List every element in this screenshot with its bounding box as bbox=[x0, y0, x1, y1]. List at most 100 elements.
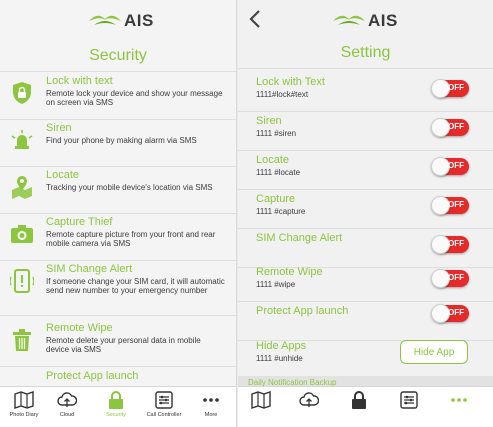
toggle-label: OFF bbox=[448, 239, 464, 248]
bottom-nav bbox=[238, 386, 493, 427]
remote-wipe-toggle[interactable]: OFF bbox=[431, 269, 469, 288]
divider bbox=[238, 189, 493, 190]
nav-cloud[interactable] bbox=[286, 390, 332, 426]
nav-call-controller[interactable] bbox=[386, 390, 432, 426]
divider bbox=[238, 111, 493, 112]
security-screen: AIS Security Lock with text Remote lock … bbox=[0, 0, 236, 427]
feature-lock-with-text[interactable]: Lock with text Remote lock your device a… bbox=[0, 73, 236, 120]
feature-title: Locate bbox=[46, 169, 80, 181]
cloud-icon bbox=[57, 392, 77, 407]
setting-title: SIM Change Alert bbox=[256, 232, 343, 244]
logo-text: AIS bbox=[124, 11, 154, 30]
setting-screen: AIS Setting Lock with Text 1111#lock#tex… bbox=[238, 0, 493, 427]
feature-desc: If someone change your SIM card, it will… bbox=[46, 277, 225, 295]
lock-with-text-toggle[interactable]: OFF bbox=[431, 79, 469, 98]
siren-icon bbox=[11, 130, 33, 149]
locate-toggle[interactable]: OFF bbox=[431, 157, 469, 176]
feature-title: Lock with text bbox=[46, 75, 113, 87]
nav-more[interactable] bbox=[436, 390, 482, 426]
toggle-label: OFF bbox=[448, 308, 464, 317]
feature-remote-wipe[interactable]: Remote Wipe Remote delete your personal … bbox=[0, 320, 236, 367]
feature-desc: Remote delete your personal data in mobi… bbox=[46, 336, 201, 354]
sms-command: 1111 #unhide bbox=[256, 354, 303, 363]
camera-icon bbox=[11, 225, 33, 243]
setting-locate: Locate 1111 #locate OFF bbox=[238, 152, 493, 190]
photo-diary-icon bbox=[14, 391, 34, 409]
setting-title: Lock with Text bbox=[256, 76, 325, 88]
feature-title: SIM Change Alert bbox=[46, 263, 133, 275]
nav-label: Call Controller bbox=[146, 412, 182, 418]
protect-app-launch-toggle[interactable]: OFF bbox=[431, 304, 469, 323]
title-divider bbox=[0, 71, 236, 72]
setting-title: Remote Wipe bbox=[256, 266, 323, 278]
divider bbox=[238, 228, 493, 229]
feature-sim-change-alert[interactable]: SIM Change Alert If someone change your … bbox=[0, 261, 236, 316]
setting-siren: Siren 1111 #siren OFF bbox=[238, 113, 493, 151]
sms-command: 1111 #locate bbox=[256, 168, 301, 177]
call-controller-icon bbox=[155, 391, 173, 409]
setting-remote-wipe: Remote Wipe 1111 #wipe OFF bbox=[238, 264, 493, 302]
setting-title: Protect App launch bbox=[256, 305, 349, 317]
security-lock-icon bbox=[109, 391, 123, 409]
feature-desc: Find your phone by making alarm via SMS bbox=[46, 136, 197, 145]
nav-call-controller[interactable]: Call Controller bbox=[141, 390, 187, 426]
feature-siren[interactable]: Siren Find your phone by making alarm vi… bbox=[0, 120, 236, 167]
divider bbox=[0, 366, 236, 367]
toggle-label: OFF bbox=[448, 83, 464, 92]
divider bbox=[238, 150, 493, 151]
sim-change-alert-toggle[interactable]: OFF bbox=[431, 235, 469, 254]
feature-locate[interactable]: Locate Tracking your mobile device's loc… bbox=[0, 167, 236, 214]
setting-title: Locate bbox=[256, 154, 290, 166]
nav-label: Photo Diary bbox=[9, 412, 39, 418]
feature-capture-thief[interactable]: Capture Thief Remote capture picture fro… bbox=[0, 214, 236, 261]
nav-label: Security bbox=[106, 412, 126, 418]
toggle-label: OFF bbox=[448, 200, 464, 209]
call-controller-icon bbox=[400, 391, 418, 409]
sms-command: 1111 #wipe bbox=[256, 280, 296, 289]
feature-title: Capture Thief bbox=[46, 216, 113, 228]
feature-desc: Remote lock your device and show your me… bbox=[46, 89, 223, 107]
siren-toggle[interactable]: OFF bbox=[431, 118, 469, 137]
toggle-label: OFF bbox=[448, 161, 464, 170]
sms-command: 1111 #capture bbox=[256, 207, 306, 216]
setting-capture: Capture 1111 #capture OFF bbox=[238, 191, 493, 229]
nav-cloud[interactable]: Cloud bbox=[44, 390, 90, 426]
sim-alert-icon bbox=[10, 269, 34, 293]
ais-logo: AIS bbox=[332, 10, 398, 32]
setting-hide-apps: Hide Apps 1111 #unhide Hide App bbox=[238, 338, 493, 376]
sms-command: 1111 #siren bbox=[256, 129, 297, 138]
logo-text: AIS bbox=[368, 11, 398, 30]
sms-command: 1111#lock#text bbox=[256, 90, 309, 99]
lock-icon bbox=[13, 82, 31, 104]
toggle-label: OFF bbox=[448, 122, 464, 131]
capture-toggle[interactable]: OFF bbox=[431, 196, 469, 215]
setting-title: Capture bbox=[256, 193, 296, 205]
nav-label: More bbox=[204, 412, 218, 418]
divider bbox=[0, 315, 236, 316]
feature-title: Siren bbox=[46, 122, 72, 134]
page-title: Security bbox=[89, 47, 147, 64]
photo-diary-icon bbox=[251, 391, 271, 409]
cloud-icon bbox=[299, 392, 319, 407]
page-title: Setting bbox=[340, 44, 391, 61]
setting-sim-change-alert: SIM Change Alert OFF bbox=[238, 230, 493, 268]
hide-app-button[interactable]: Hide App bbox=[400, 340, 468, 364]
nav-security[interactable]: Security bbox=[93, 390, 139, 426]
back-arrow-icon[interactable] bbox=[246, 9, 266, 29]
feature-title: Remote Wipe bbox=[46, 322, 113, 334]
bottom-nav: Photo Diary Cloud Security Call Controll… bbox=[0, 386, 236, 427]
ais-bird-icon bbox=[89, 15, 121, 25]
map-pin-icon bbox=[12, 176, 32, 199]
nav-photo-diary[interactable]: Photo Diary bbox=[1, 390, 47, 426]
more-icon bbox=[451, 398, 467, 402]
more-icon bbox=[203, 398, 219, 402]
title-divider bbox=[238, 68, 493, 69]
ais-bird-icon bbox=[333, 15, 365, 25]
feature-desc: Tracking your mobile device's location v… bbox=[46, 183, 213, 192]
nav-more[interactable]: More bbox=[188, 390, 234, 426]
nav-security[interactable] bbox=[336, 390, 382, 426]
nav-photo-diary[interactable] bbox=[238, 390, 284, 426]
setting-title: Hide Apps bbox=[256, 340, 307, 352]
trash-icon bbox=[13, 329, 31, 351]
setting-title: Siren bbox=[256, 115, 282, 127]
